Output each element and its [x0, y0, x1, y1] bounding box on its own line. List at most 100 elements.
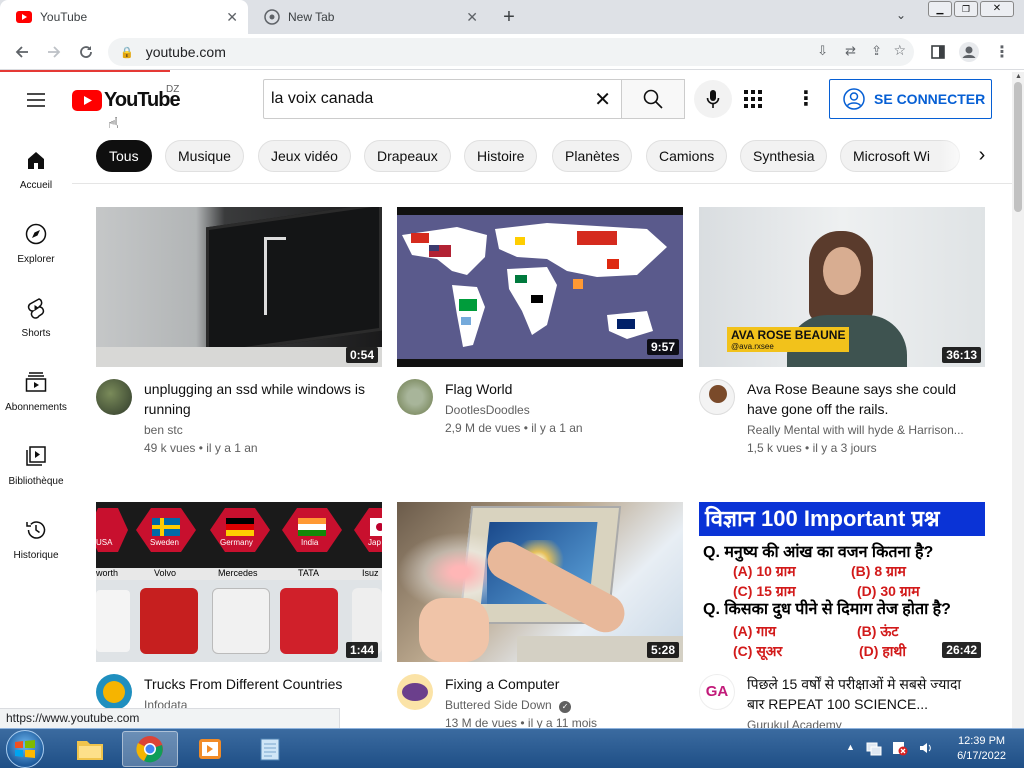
taskbar-explorer[interactable]: [62, 731, 118, 767]
page-scrollbar[interactable]: ▲: [1012, 72, 1024, 728]
translate-icon[interactable]: ⇄: [845, 43, 856, 59]
video-stats: 1,5 k vues • il y a 3 jours: [747, 441, 877, 455]
video-title[interactable]: Trucks From Different Countries: [144, 674, 374, 694]
profile-avatar-icon[interactable]: [957, 40, 981, 64]
sidebar-item-history[interactable]: Historique: [0, 498, 72, 572]
action-center-warning-icon[interactable]: [892, 740, 908, 756]
taskbar-chrome[interactable]: [122, 731, 178, 767]
video-card[interactable]: USA Sweden Germany India Jap worth Volvo…: [96, 502, 382, 728]
chip-video-games[interactable]: Jeux vidéo: [258, 140, 351, 172]
window-controls: ▁ ❐ ✕: [928, 1, 1016, 17]
video-grid: 0:54 unplugging an ssd while windows is …: [72, 184, 1012, 728]
maximize-button[interactable]: ❐: [954, 1, 978, 17]
video-card[interactable]: विज्ञान 100 Important प्रश्न Q. मनुष्य क…: [699, 502, 985, 728]
chip-music[interactable]: Musique: [165, 140, 244, 172]
settings-more-icon[interactable]: ⋮: [796, 86, 816, 111]
address-bar[interactable]: 🔒 youtube.com ⇩ ⇄ ⇪ ☆: [108, 38, 914, 66]
taskbar-notepad[interactable]: [242, 731, 298, 767]
chip-all[interactable]: Tous: [96, 140, 152, 172]
video-thumbnail[interactable]: विज्ञान 100 Important प्रश्न Q. मनुष्य क…: [699, 502, 985, 662]
video-thumbnail[interactable]: 5:28: [397, 502, 683, 662]
sidebar-item-home[interactable]: Accueil: [0, 128, 72, 202]
install-app-icon[interactable]: ⇩: [817, 43, 828, 59]
video-thumbnail[interactable]: USA Sweden Germany India Jap worth Volvo…: [96, 502, 382, 662]
clear-search-icon[interactable]: ✕: [594, 87, 611, 112]
sidebar-item-explore[interactable]: Explorer: [0, 202, 72, 276]
channel-avatar[interactable]: [397, 379, 433, 415]
share-icon[interactable]: ⇪: [871, 43, 882, 59]
side-panel-icon[interactable]: [926, 40, 950, 64]
volume-icon[interactable]: [918, 740, 934, 756]
tab-new-tab[interactable]: New Tab ✕: [248, 0, 488, 34]
video-card[interactable]: 5:28 Fixing a Computer Buttered Side Dow…: [397, 502, 683, 728]
video-card[interactable]: AVA ROSE BEAUNE @ava.rxsee 36:13 Ava Ros…: [699, 207, 985, 467]
video-thumbnail[interactable]: 0:54: [96, 207, 382, 367]
lock-icon[interactable]: 🔒: [120, 46, 134, 59]
scroll-up-icon[interactable]: ▲: [1015, 73, 1022, 80]
forward-icon[interactable]: [42, 40, 66, 64]
hamburger-menu-icon[interactable]: [24, 88, 48, 112]
youtube-logo[interactable]: YouTube: [72, 86, 181, 114]
video-title[interactable]: unplugging an ssd while windows is runni…: [144, 379, 374, 419]
sign-in-button[interactable]: SE CONNECTER: [829, 79, 992, 119]
new-tab-button[interactable]: +: [498, 6, 520, 28]
show-hidden-icons[interactable]: ▲: [846, 742, 855, 752]
brand-label: worth: [96, 568, 119, 578]
channel-name[interactable]: Buttered Side Down: [445, 698, 552, 712]
chrome-menu-icon[interactable]: ⋮: [990, 40, 1014, 64]
search-icon: [643, 89, 663, 109]
monitor-screen-glyph: [264, 237, 286, 315]
youtube-header: YouTube DZ ☝ la voix canada ✕ ⋮ SE CONNE…: [0, 72, 1012, 134]
chevron-right-icon[interactable]: ›: [968, 142, 996, 170]
channel-avatar[interactable]: [96, 674, 132, 710]
chip-flags[interactable]: Drapeaux: [364, 140, 451, 172]
channel-avatar[interactable]: [96, 379, 132, 415]
world-flag-map: [402, 223, 667, 347]
tab-youtube[interactable]: YouTube ✕: [0, 0, 248, 34]
channel-name[interactable]: ben stc: [144, 423, 374, 437]
network-icon[interactable]: [866, 740, 882, 756]
video-thumbnail[interactable]: 9:57: [397, 207, 683, 367]
search-button[interactable]: [621, 79, 685, 119]
close-tab-icon[interactable]: ✕: [226, 9, 238, 26]
channel-name[interactable]: Really Mental with will hyde & Harrison.…: [747, 423, 977, 437]
tab-search-chevron-icon[interactable]: ⌄: [896, 8, 906, 22]
video-title[interactable]: Ava Rose Beaune says she could have gone…: [747, 379, 977, 419]
video-title[interactable]: Flag World: [445, 379, 675, 399]
chip-synthesia[interactable]: Synthesia: [740, 140, 828, 172]
sidebar-item-library[interactable]: Bibliothèque: [0, 424, 72, 498]
mini-guide-sidebar: Accueil Explorer Shorts Abonnements Bibl…: [0, 128, 72, 728]
chip-trucks[interactable]: Camions: [646, 140, 728, 172]
sidebar-label: Abonnements: [5, 402, 67, 413]
start-button[interactable]: [6, 730, 44, 768]
search-input[interactable]: la voix canada ✕: [263, 79, 622, 119]
channel-name[interactable]: DootlesDoodles: [445, 403, 675, 417]
minimize-button[interactable]: ▁: [928, 1, 952, 17]
sidebar-item-shorts[interactable]: Shorts: [0, 276, 72, 350]
video-card[interactable]: 0:54 unplugging an ssd while windows is …: [96, 207, 382, 467]
bookmark-star-icon[interactable]: ☆: [893, 42, 906, 59]
back-icon[interactable]: [10, 40, 34, 64]
video-title[interactable]: Fixing a Computer: [445, 674, 675, 694]
chip-history[interactable]: Histoire: [464, 140, 538, 172]
close-tab-icon[interactable]: ✕: [466, 9, 478, 26]
video-thumbnail[interactable]: AVA ROSE BEAUNE @ava.rxsee 36:13: [699, 207, 985, 367]
close-window-button[interactable]: ✕: [980, 1, 1014, 17]
reload-icon[interactable]: [74, 40, 98, 64]
system-clock[interactable]: 12:39 PM 6/17/2022: [957, 734, 1006, 764]
channel-avatar[interactable]: [397, 674, 433, 710]
video-title[interactable]: पिछले 15 वर्षों से परीक्षाओं मे सबसे ज्य…: [747, 674, 977, 714]
video-duration: 26:42: [942, 642, 981, 658]
chip-planets[interactable]: Planètes: [552, 140, 633, 172]
scrollbar-thumb[interactable]: [1014, 82, 1022, 212]
apps-grid-icon[interactable]: [743, 89, 763, 114]
video-card[interactable]: 9:57 Flag World DootlesDoodles 2,9 M de …: [397, 207, 683, 467]
voice-search-button[interactable]: [694, 80, 732, 118]
channel-avatar[interactable]: GA: [699, 674, 735, 710]
channel-avatar[interactable]: [699, 379, 735, 415]
channel-name[interactable]: Gurukul Academy: [747, 718, 977, 728]
taskbar-media-player[interactable]: [182, 731, 238, 767]
desk-surface: [96, 347, 382, 367]
shorts-icon: [24, 296, 48, 320]
sidebar-item-subscriptions[interactable]: Abonnements: [0, 350, 72, 424]
